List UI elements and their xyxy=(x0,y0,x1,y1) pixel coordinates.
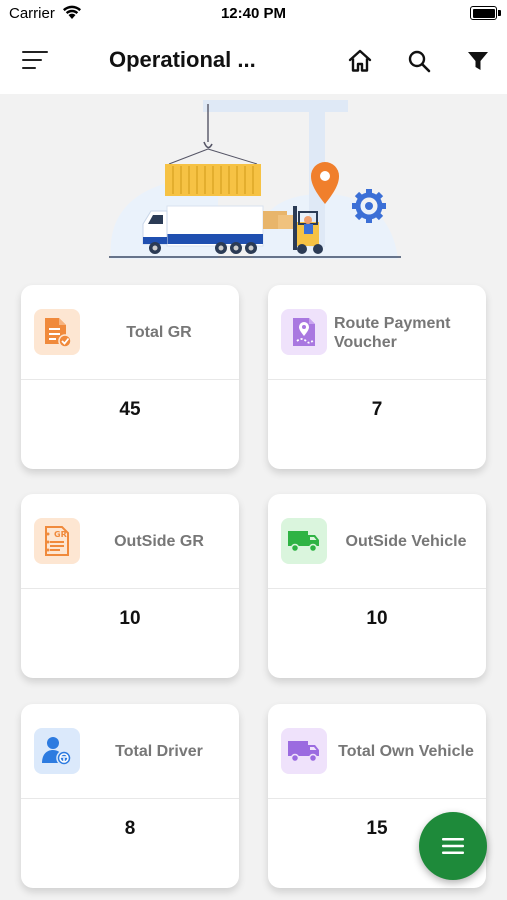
app-bar: Operational ... xyxy=(0,28,507,94)
gr-document-icon: GR xyxy=(34,518,80,564)
menu-icon[interactable] xyxy=(22,48,50,72)
status-bar: Carrier 12:40 PM xyxy=(0,0,507,28)
search-icon[interactable] xyxy=(404,46,434,76)
clock: 12:40 PM xyxy=(220,5,287,22)
outside-vehicle-card[interactable]: OutSide Vehicle 10 xyxy=(268,494,486,678)
logistics-illustration xyxy=(109,100,401,259)
outside-gr-card[interactable]: GR OutSide GR 10 xyxy=(21,494,239,678)
card-label: OutSide Vehicle xyxy=(345,533,467,550)
card-label: Total GR xyxy=(126,324,192,341)
route-map-icon xyxy=(281,309,327,355)
document-check-icon xyxy=(34,309,80,355)
menu-icon xyxy=(442,838,464,854)
card-label: Total Driver xyxy=(115,743,203,760)
card-value: 10 xyxy=(119,608,141,629)
driver-icon xyxy=(34,728,80,774)
battery-icon xyxy=(470,6,497,20)
page-title: Operational ... xyxy=(109,47,256,72)
card-label: Route Payment Voucher xyxy=(334,314,451,351)
total-gr-card[interactable]: Total GR 45 xyxy=(21,285,239,469)
total-driver-card[interactable]: Total Driver 8 xyxy=(21,704,239,888)
svg-text:GR: GR xyxy=(54,530,67,539)
card-value: 8 xyxy=(124,818,136,839)
card-value: 10 xyxy=(366,608,388,629)
card-label: OutSide GR xyxy=(114,533,204,550)
home-icon[interactable] xyxy=(345,46,375,76)
card-label: Total Own Vehicle xyxy=(338,743,474,760)
card-value: 45 xyxy=(119,399,141,420)
card-value: 7 xyxy=(371,399,383,420)
fab-menu-button[interactable] xyxy=(419,812,487,880)
truck-icon xyxy=(281,728,327,774)
truck-icon xyxy=(281,518,327,564)
route-payment-voucher-card[interactable]: Route Payment Voucher 7 xyxy=(268,285,486,469)
filter-icon[interactable] xyxy=(463,46,493,76)
